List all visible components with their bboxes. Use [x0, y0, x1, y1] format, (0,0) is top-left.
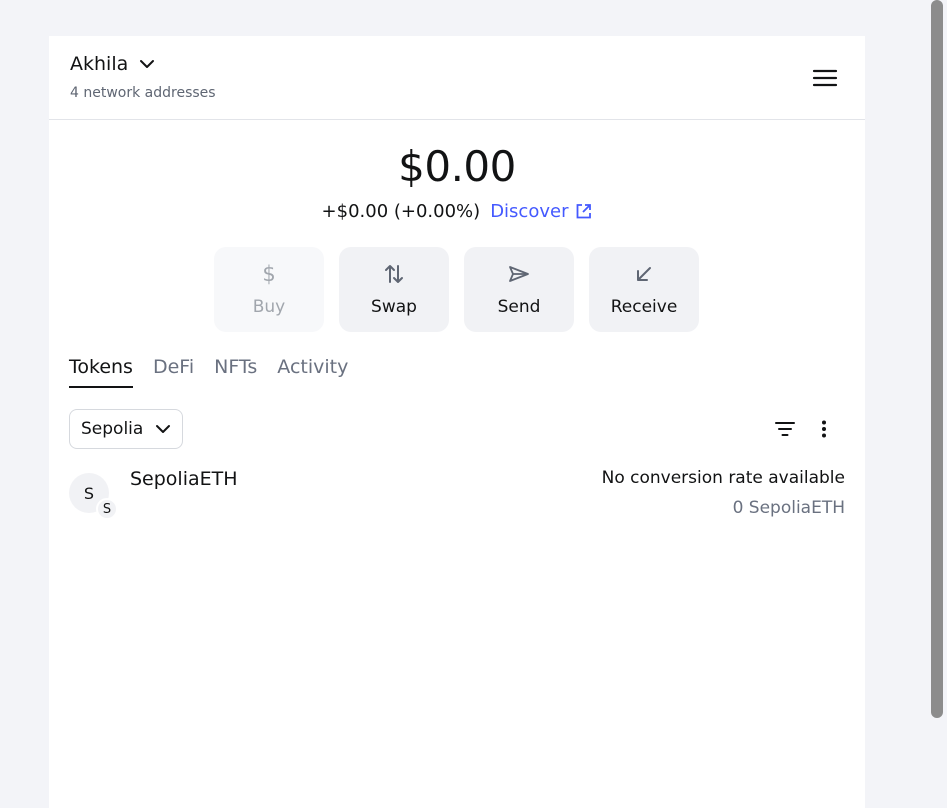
network-filter-value: Sepolia — [81, 419, 144, 439]
balance-change-row: +$0.00 (+0.00%) Discover — [49, 201, 865, 222]
token-conversion-rate: No conversion rate available — [601, 468, 845, 488]
receive-button[interactable]: Receive — [589, 247, 699, 332]
account-name: Akhila — [70, 53, 129, 75]
scrollbar-thumb[interactable] — [931, 0, 943, 718]
asset-tabs: Tokens DeFi NFTs Activity — [69, 356, 368, 388]
tab-nfts[interactable]: NFTs — [214, 356, 257, 388]
dollar-icon: $ — [262, 262, 276, 286]
discover-label: Discover — [490, 201, 569, 222]
send-arrow-icon — [508, 263, 530, 285]
chevron-down-icon — [153, 419, 173, 439]
wallet-panel: Akhila 4 network addresses $0.00 +$0.00 … — [49, 36, 865, 808]
network-filter-select[interactable]: Sepolia — [69, 409, 183, 449]
sort-filter-icon[interactable] — [773, 418, 797, 440]
buy-button[interactable]: $ Buy — [214, 247, 324, 332]
token-row[interactable]: S S SepoliaETH No conversion rate availa… — [69, 468, 845, 528]
send-button[interactable]: Send — [464, 247, 574, 332]
receive-label: Receive — [610, 297, 678, 317]
action-buttons: $ Buy Swap Send Receive — [214, 247, 714, 332]
receive-arrow-icon — [635, 263, 653, 285]
total-balance: $0.00 — [398, 142, 516, 191]
swap-label: Swap — [371, 297, 417, 317]
send-label: Send — [497, 297, 541, 317]
discover-link[interactable]: Discover — [490, 201, 592, 222]
tab-tokens[interactable]: Tokens — [69, 356, 133, 388]
swap-button[interactable]: Swap — [339, 247, 449, 332]
external-link-icon — [577, 204, 592, 219]
chevron-down-icon — [137, 54, 157, 74]
wallet-header: Akhila 4 network addresses — [49, 36, 865, 120]
tab-defi[interactable]: DeFi — [153, 356, 194, 388]
swap-arrows-icon — [384, 263, 404, 285]
hamburger-menu-icon[interactable] — [809, 66, 841, 90]
network-addresses-link[interactable]: 4 network addresses — [70, 85, 216, 101]
balance-change: +$0.00 (+0.00%) — [321, 201, 481, 222]
buy-label: Buy — [252, 297, 286, 317]
token-amount: 0 SepoliaETH — [732, 498, 845, 518]
account-selector[interactable]: Akhila — [70, 53, 157, 75]
more-options-icon[interactable] — [814, 418, 834, 440]
tab-activity[interactable]: Activity — [277, 356, 348, 388]
network-badge: S — [96, 498, 118, 520]
token-name: SepoliaETH — [130, 468, 238, 490]
